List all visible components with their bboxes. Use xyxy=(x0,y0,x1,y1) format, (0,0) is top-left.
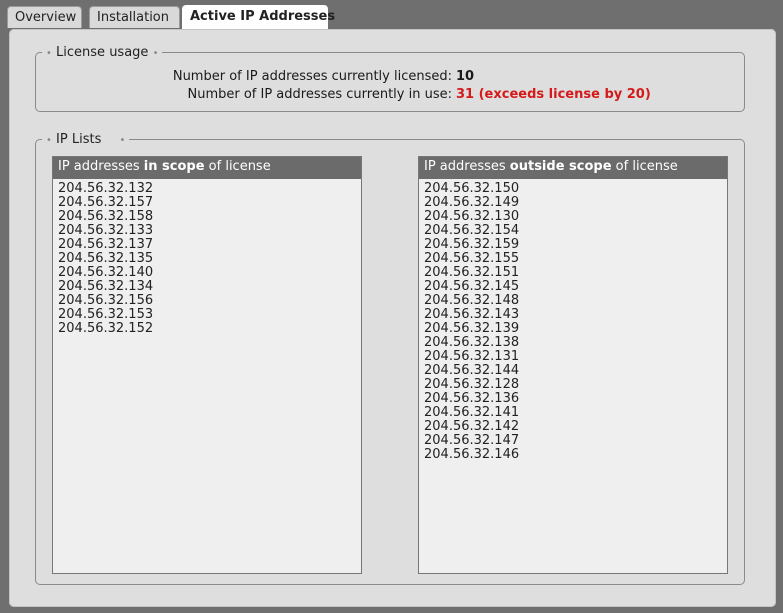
outside-scope-header-suffix: of license xyxy=(611,159,678,174)
tab-installation[interactable]: Installation xyxy=(89,6,180,28)
ip-address-item[interactable]: 204.56.32.156 xyxy=(58,294,361,308)
ip-lists-legend: • IP Lists • xyxy=(42,132,130,148)
outside-scope-list[interactable]: IP addresses outside scope of license 20… xyxy=(418,156,728,574)
licensed-row: Number of IP addresses currently license… xyxy=(36,69,744,87)
ip-address-item[interactable]: 204.56.32.146 xyxy=(424,448,727,462)
ip-address-item[interactable]: 204.56.32.136 xyxy=(424,392,727,406)
in-scope-header-prefix: IP addresses xyxy=(58,159,144,174)
ip-address-item[interactable]: 204.56.32.157 xyxy=(58,196,361,210)
license-usage-group: • License usage • Number of IP addresses… xyxy=(35,45,745,112)
ip-address-item[interactable]: 204.56.32.151 xyxy=(424,266,727,280)
ip-address-item[interactable]: 204.56.32.149 xyxy=(424,196,727,210)
tab-active-ip-addresses[interactable]: Active IP Addresses xyxy=(182,5,335,29)
tab-overview[interactable]: Overview xyxy=(7,6,82,28)
in-scope-header-bold: in scope xyxy=(143,159,205,174)
ip-address-item[interactable]: 204.56.32.155 xyxy=(424,252,727,266)
ip-address-item[interactable]: 204.56.32.135 xyxy=(58,252,361,266)
ip-address-item[interactable]: 204.56.32.150 xyxy=(424,182,727,196)
ip-lists-group: • IP Lists • IP addresses in scope of li… xyxy=(35,132,745,585)
licensed-value: 10 xyxy=(456,69,475,84)
in-scope-header: IP addresses in scope of license xyxy=(53,157,361,179)
license-usage-title: License usage xyxy=(56,45,149,60)
in-use-row: Number of IP addresses currently in use:… xyxy=(36,87,744,105)
ip-address-item[interactable]: 204.56.32.143 xyxy=(424,308,727,322)
ip-address-item[interactable]: 204.56.32.153 xyxy=(58,308,361,322)
ip-address-item[interactable]: 204.56.32.154 xyxy=(424,224,727,238)
ip-address-item[interactable]: 204.56.32.148 xyxy=(424,294,727,308)
outside-scope-header: IP addresses outside scope of license xyxy=(419,157,727,179)
ip-address-item[interactable]: 204.56.32.134 xyxy=(58,280,361,294)
in-scope-items: 204.56.32.132 204.56.32.157 204.56.32.158 2… xyxy=(53,179,361,336)
ip-lists-title: IP Lists xyxy=(56,132,102,147)
licensed-label: Number of IP addresses currently license… xyxy=(172,69,452,84)
ip-address-item[interactable]: 204.56.32.132 xyxy=(58,182,361,196)
ip-address-item[interactable]: 204.56.32.158 xyxy=(58,210,361,224)
license-usage-legend: • License usage • xyxy=(42,45,163,61)
in-scope-header-suffix: of license xyxy=(204,159,271,174)
ip-address-item[interactable]: 204.56.32.139 xyxy=(424,322,727,336)
ip-address-item[interactable]: 204.56.32.147 xyxy=(424,434,727,448)
ip-address-item[interactable]: 204.56.32.142 xyxy=(424,420,727,434)
in-scope-list[interactable]: IP addresses in scope of license 204.56.… xyxy=(52,156,362,574)
in-use-value: 31 (exceeds license by 20) xyxy=(456,87,651,102)
ip-address-item[interactable]: 204.56.32.145 xyxy=(424,280,727,294)
ip-address-item[interactable]: 204.56.32.138 xyxy=(424,336,727,350)
ip-address-item[interactable]: 204.56.32.159 xyxy=(424,238,727,252)
in-use-label: Number of IP addresses currently in use: xyxy=(187,87,452,102)
content-panel: • License usage • Number of IP addresses… xyxy=(9,29,776,607)
outside-scope-header-prefix: IP addresses xyxy=(424,159,510,174)
ip-address-item[interactable]: 204.56.32.144 xyxy=(424,364,727,378)
ip-address-item[interactable]: 204.56.32.152 xyxy=(58,322,361,336)
outside-scope-items: 204.56.32.150 204.56.32.149 204.56.32.130 2… xyxy=(419,179,727,462)
ip-address-item[interactable]: 204.56.32.133 xyxy=(58,224,361,238)
ip-address-item[interactable]: 204.56.32.131 xyxy=(424,350,727,364)
ip-address-item[interactable]: 204.56.32.140 xyxy=(58,266,361,280)
ip-address-item[interactable]: 204.56.32.130 xyxy=(424,210,727,224)
ip-address-item[interactable]: 204.56.32.137 xyxy=(58,238,361,252)
ip-address-item[interactable]: 204.56.32.128 xyxy=(424,378,727,392)
ip-address-item[interactable]: 204.56.32.141 xyxy=(424,406,727,420)
outside-scope-header-bold: outside scope xyxy=(509,159,612,174)
